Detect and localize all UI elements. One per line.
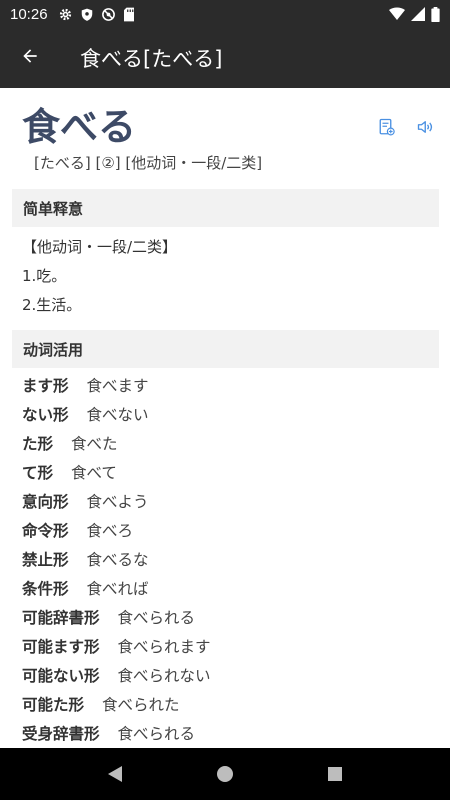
reading-line: [たべる] [②] [他动词・一段/二类]: [34, 154, 263, 172]
conjugation-row: 条件形 食べれば: [22, 577, 149, 599]
word-header: 食べる: [0, 88, 450, 149]
conjugation-label: 可能ない形: [22, 667, 100, 685]
conjugation-row: ます形 食べます: [22, 374, 149, 396]
no-sync-icon: [101, 7, 116, 22]
conjugation-row: 命令形 食べろ: [22, 519, 133, 541]
conjugation-value: 食べられる: [117, 725, 196, 743]
arrow-back-icon: [20, 46, 40, 70]
status-icons-left: [58, 7, 135, 22]
definition-line: 1.吃。: [22, 267, 67, 285]
status-time: 10:26: [10, 5, 48, 23]
conjugation-value: 食べられない: [117, 667, 211, 685]
system-nav-bar: [0, 748, 450, 800]
conjugation-value: 食べて: [71, 464, 117, 482]
conjugation-value: 食べよう: [86, 493, 149, 511]
word-title: 食べる: [22, 105, 137, 149]
conjugation-row: た形 食べた: [22, 432, 118, 454]
add-to-wordbook-icon[interactable]: [378, 118, 396, 136]
conjugation-value: 食べられた: [102, 696, 180, 714]
conjugation-row: 意向形 食べよう: [22, 490, 149, 512]
conjugation-label: て形: [22, 464, 54, 482]
conjugation-section-header: 动词活用: [12, 330, 439, 368]
sd-card-icon: [123, 7, 135, 22]
conjugation-row: 可能ない形 食べられない: [22, 664, 211, 686]
conjugation-label: ます形: [22, 377, 69, 395]
conjugation-value: 食べれば: [86, 580, 149, 598]
entry-content[interactable]: 食べる [たべる] [②] [他动词・一段/二类] 简单释意 【他动词・一段/二…: [0, 88, 450, 748]
nav-back-icon[interactable]: [107, 765, 123, 783]
conjugation-value: 食べろ: [86, 522, 134, 540]
status-bar: 10:26: [0, 0, 450, 28]
conjugation-label: 命令形: [22, 522, 69, 540]
conjugation-label: 禁止形: [22, 551, 69, 569]
shield-icon: [80, 7, 94, 22]
app-title: 食べる[たべる]: [80, 47, 223, 71]
conjugation-label: た形: [22, 435, 54, 453]
app-bar: 食べる[たべる]: [0, 28, 450, 88]
back-button[interactable]: [0, 28, 60, 88]
conjugation-row: ない形 食べない: [22, 403, 149, 425]
word-actions: [378, 118, 436, 136]
nav-home-icon[interactable]: [216, 765, 234, 783]
conjugation-value: 食べるな: [86, 551, 149, 569]
conjugation-label: 条件形: [22, 580, 69, 598]
definition-type: 【他动词・一段/二类】: [22, 238, 178, 256]
signal-icon: [411, 7, 425, 21]
conjugation-row: 受身辞書形 食べられる: [22, 722, 195, 744]
conjugation-value: 食べた: [71, 435, 118, 453]
conjugation-label: 可能た形: [22, 696, 85, 714]
conjugation-label: 可能ます形: [22, 638, 100, 656]
definition-line: 2.生活。: [22, 296, 82, 314]
speaker-icon[interactable]: [416, 118, 436, 136]
conjugation-row: 可能ます形 食べられます: [22, 635, 211, 657]
nav-recents-icon[interactable]: [327, 766, 343, 782]
conjugation-row: 可能辞書形 食べられる: [22, 606, 195, 628]
battery-icon: [431, 6, 440, 22]
wifi-icon: [389, 7, 405, 21]
meaning-section-header: 简单释意: [12, 189, 439, 227]
conjugation-row: 可能た形 食べられた: [22, 693, 180, 715]
conjugation-label: ない形: [22, 406, 69, 424]
conjugation-row: 禁止形 食べるな: [22, 548, 149, 570]
conjugation-value: 食べられる: [117, 609, 196, 627]
conjugation-label: 受身辞書形: [22, 725, 100, 743]
conjugation-value: 食べない: [86, 406, 149, 424]
conjugation-label: 意向形: [22, 493, 69, 511]
conjugation-value: 食べられます: [117, 638, 211, 656]
conjugation-label: 可能辞書形: [22, 609, 100, 627]
gear-icon: [58, 7, 73, 22]
conjugation-row: て形 食べて: [22, 461, 117, 483]
conjugation-value: 食べます: [86, 377, 149, 395]
status-icons-right: [389, 6, 440, 22]
